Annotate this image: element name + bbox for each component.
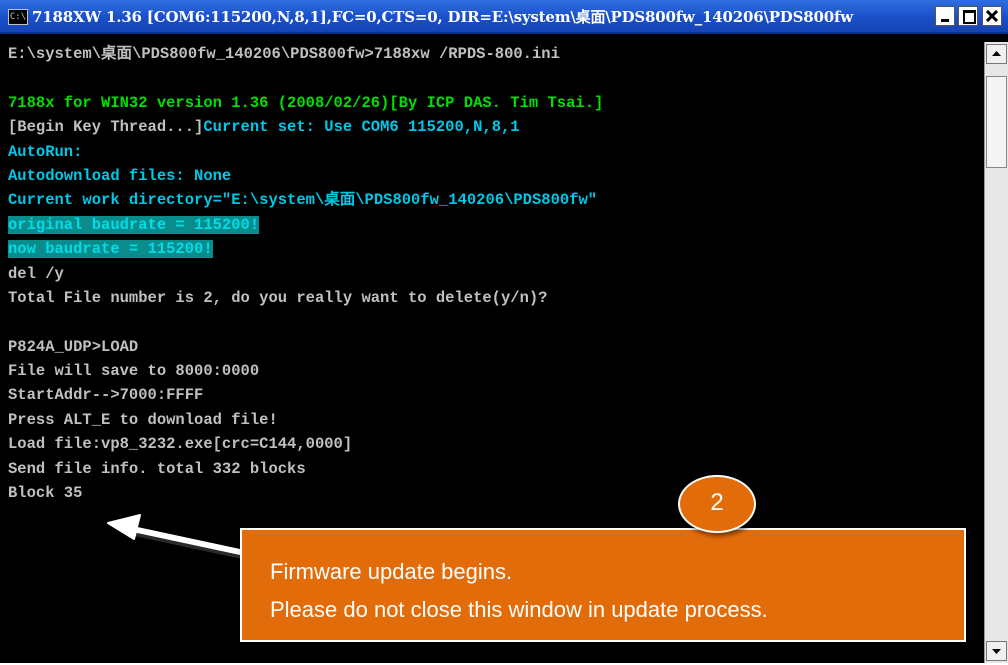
window-title: 7188XW 1.36 [COM6:115200,N,8,1],FC=0,CTS…: [32, 8, 853, 26]
arrow-up-icon: [992, 51, 1001, 56]
console-line: del /y: [8, 264, 64, 283]
console-line: P824A_UDP>LOAD: [8, 337, 139, 356]
console-line: [Begin Key Thread...]Current set: Use CO…: [8, 115, 978, 139]
instruction-callout: Firmware update begins. Please do not cl…: [240, 528, 966, 642]
callout-line-2: Please do not close this window in updat…: [270, 597, 768, 622]
maximize-button[interactable]: [958, 6, 978, 26]
console-line: Load file:vp8_3232.exe[crc=C144,0000]: [8, 435, 353, 454]
highlighted-text: now baudrate = 115200!: [8, 240, 213, 259]
console-line: StartAddr-->7000:FFFF: [8, 386, 204, 405]
title-bar[interactable]: C:\ 7188XW 1.36 [COM6:115200,N,8,1],FC=0…: [0, 0, 1008, 34]
console-line-part: [Begin Key Thread...]: [8, 118, 204, 137]
close-icon: [986, 10, 998, 22]
console-line: Total File number is 2, do you really wa…: [8, 288, 548, 307]
arrow-down-icon: [992, 649, 1001, 654]
close-button[interactable]: [982, 6, 1002, 26]
console-line: Block 35: [8, 484, 83, 503]
console-line: Send file info. total 332 blocks: [8, 459, 306, 478]
console-line: original baudrate = 115200!: [8, 213, 978, 237]
highlighted-text: original baudrate = 115200!: [8, 215, 260, 234]
scroll-down-button[interactable]: [986, 641, 1007, 661]
command-prompt-icon[interactable]: C:\: [8, 9, 28, 25]
console-line: Autodownload files: None: [8, 166, 232, 185]
console-line-part: Current set: Use COM6 115200,N,8,1: [203, 118, 520, 137]
console-line: E:\system\桌面\PDS800fw_140206\PDS800fw>71…: [8, 45, 560, 63]
scroll-thumb[interactable]: [986, 76, 1007, 168]
console-line: now baudrate = 115200!: [8, 237, 978, 261]
console-line: Press ALT_E to download file!: [8, 410, 278, 429]
callout-line-1: Firmware update begins.: [270, 559, 513, 584]
console-line: Current work directory="E:\system\桌面\PDS…: [8, 191, 598, 210]
console-line: AutoRun:: [8, 142, 83, 161]
console-line: File will save to 8000:0000: [8, 362, 260, 381]
step-number-badge: 2: [678, 475, 756, 533]
console-line: 7188x for WIN32 version 1.36 (2008/02/26…: [8, 93, 604, 112]
minimize-button[interactable]: [935, 6, 955, 26]
vertical-scrollbar[interactable]: [984, 42, 1008, 663]
scroll-up-button[interactable]: [986, 44, 1007, 64]
